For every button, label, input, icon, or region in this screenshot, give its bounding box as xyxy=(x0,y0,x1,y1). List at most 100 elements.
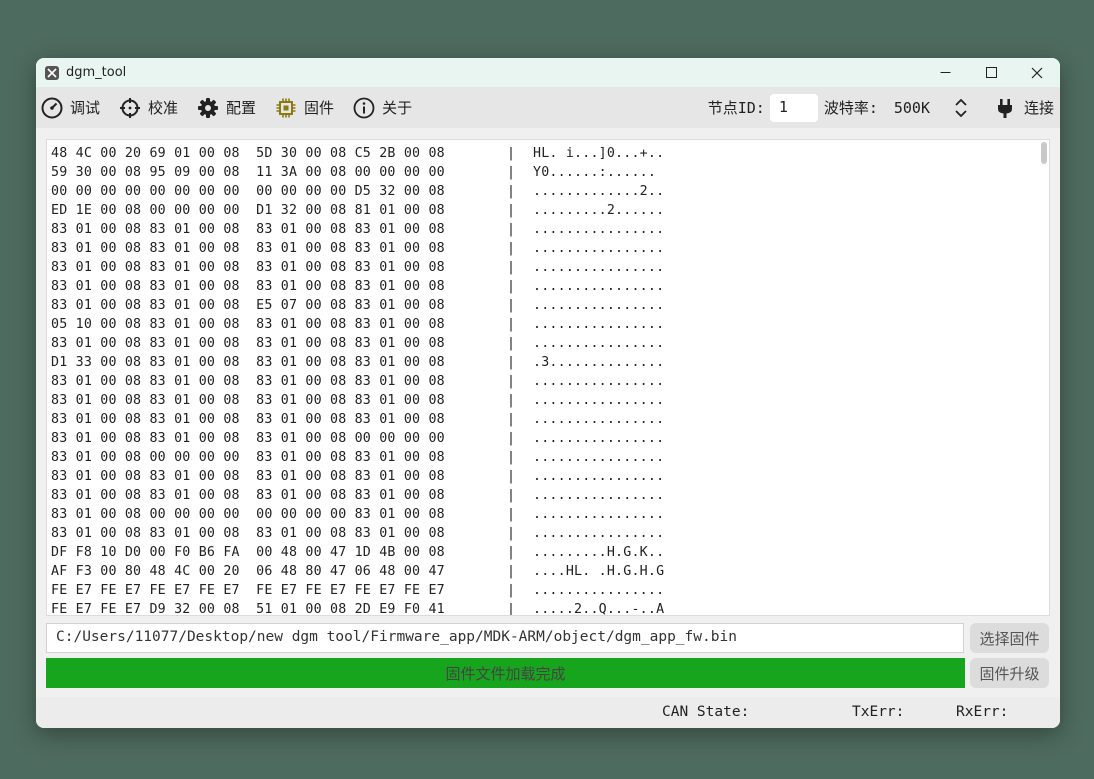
hex-separator: | xyxy=(507,241,516,256)
hex-separator: | xyxy=(507,260,516,275)
minimize-icon xyxy=(940,72,950,73)
hex-row: 83 01 00 08 83 01 00 08 83 01 00 08 83 0… xyxy=(51,277,664,296)
hex-bytes: 48 4C 00 20 69 01 00 08 5D 30 00 08 C5 2… xyxy=(51,146,445,161)
hex-separator: | xyxy=(507,355,516,370)
node-id-input[interactable]: 1 xyxy=(769,93,818,122)
hex-row: 83 01 00 08 83 01 00 08 E5 07 00 08 83 0… xyxy=(51,296,664,315)
hex-bytes: 83 01 00 08 83 01 00 08 83 01 00 08 00 0… xyxy=(51,431,445,446)
firmware-path-input[interactable]: C:/Users/11077/Desktop/new dgm tool/Firm… xyxy=(46,623,964,653)
hex-bytes: 05 10 00 08 83 01 00 08 83 01 00 08 83 0… xyxy=(51,317,445,332)
hex-bytes: D1 33 00 08 83 01 00 08 83 01 00 08 83 0… xyxy=(51,355,445,370)
select-firmware-button[interactable]: 选择固件 xyxy=(970,623,1049,653)
hex-bytes: 83 01 00 08 83 01 00 08 83 01 00 08 83 0… xyxy=(51,279,445,294)
can-state-label: CAN State: xyxy=(662,704,750,720)
hex-ascii: .....2..Q...-..A xyxy=(533,602,665,616)
progress-text: 固件文件加载完成 xyxy=(445,664,566,683)
hex-separator: | xyxy=(507,184,516,199)
hex-ascii: .3.............. xyxy=(533,355,665,370)
hex-row: DF F8 10 D0 00 F0 B6 FA 00 48 00 47 1D 4… xyxy=(51,543,664,562)
hex-separator: | xyxy=(507,165,516,180)
chip-icon xyxy=(276,98,296,117)
hex-ascii: ................ xyxy=(533,431,665,446)
hex-separator: | xyxy=(507,393,516,408)
app-icon xyxy=(45,65,59,80)
hex-row: 83 01 00 08 83 01 00 08 83 01 00 08 83 0… xyxy=(51,220,664,239)
hex-bytes: 59 30 00 08 95 09 00 08 11 3A 00 08 00 0… xyxy=(51,165,445,180)
hex-ascii: ................ xyxy=(533,526,665,541)
hex-row: 59 30 00 08 95 09 00 08 11 3A 00 08 00 0… xyxy=(51,163,656,182)
hex-bytes: 00 00 00 00 00 00 00 00 00 00 00 00 D5 3… xyxy=(51,184,445,199)
hex-separator: | xyxy=(507,222,516,237)
tab-about[interactable]: 关于 xyxy=(353,97,412,119)
hex-ascii: .........2...... xyxy=(533,203,665,218)
hex-separator: | xyxy=(507,564,516,579)
hex-ascii: ................ xyxy=(533,317,665,332)
connect-button[interactable]: 连接 xyxy=(996,97,1054,119)
hex-row: 48 4C 00 20 69 01 00 08 5D 30 00 08 C5 2… xyxy=(51,144,664,163)
hex-ascii: ................ xyxy=(533,469,665,484)
gear-icon xyxy=(198,97,219,118)
hex-ascii: ................ xyxy=(533,412,665,427)
gauge-icon xyxy=(41,97,63,118)
hex-row: 83 01 00 08 83 01 00 08 83 01 00 08 83 0… xyxy=(51,239,664,258)
hex-bytes: 83 01 00 08 83 01 00 08 83 01 00 08 83 0… xyxy=(51,260,445,275)
hex-ascii: .............2.. xyxy=(533,184,665,199)
hex-row: ED 1E 00 08 00 00 00 00 D1 32 00 08 81 0… xyxy=(51,201,664,220)
hex-ascii: ................ xyxy=(533,279,665,294)
baud-value[interactable]: 500K xyxy=(894,99,930,117)
tab-firmware[interactable]: 固件 xyxy=(275,97,334,119)
hex-ascii: ................ xyxy=(533,298,665,313)
tab-calibrate[interactable]: 校准 xyxy=(119,97,178,119)
hex-bytes: 83 01 00 08 83 01 00 08 E5 07 00 08 83 0… xyxy=(51,298,445,313)
crosshair-icon xyxy=(120,97,141,118)
tab-about-label: 关于 xyxy=(382,99,413,117)
hex-separator: | xyxy=(507,583,516,598)
hex-bytes: AF F3 00 80 48 4C 00 20 06 48 80 47 06 4… xyxy=(51,564,445,579)
hex-row: 83 01 00 08 83 01 00 08 83 01 00 08 00 0… xyxy=(51,429,664,448)
hex-separator: | xyxy=(507,507,516,522)
hex-ascii: ................ xyxy=(533,393,665,408)
hex-ascii: ................ xyxy=(533,583,665,598)
baud-spinner[interactable] xyxy=(954,97,968,119)
hex-separator: | xyxy=(507,336,516,351)
tab-config[interactable]: 配置 xyxy=(197,97,256,119)
hex-bytes: FE E7 FE E7 D9 32 00 08 51 01 00 08 2D E… xyxy=(51,602,445,616)
maximize-button[interactable] xyxy=(968,58,1014,87)
rxerr-label: RxErr: xyxy=(956,704,1009,720)
minimize-button[interactable] xyxy=(922,58,968,87)
tab-firmware-label: 固件 xyxy=(304,99,335,117)
hex-bytes: 83 01 00 08 83 01 00 08 83 01 00 08 83 0… xyxy=(51,526,445,541)
hex-ascii: ................ xyxy=(533,488,665,503)
hex-bytes: DF F8 10 D0 00 F0 B6 FA 00 48 00 47 1D 4… xyxy=(51,545,445,560)
hex-row: 00 00 00 00 00 00 00 00 00 00 00 00 D5 3… xyxy=(51,182,664,201)
hex-bytes: FE E7 FE E7 FE E7 FE E7 FE E7 FE E7 FE E… xyxy=(51,583,445,598)
hex-scrollbar[interactable] xyxy=(1041,142,1047,164)
hex-row: 83 01 00 08 83 01 00 08 83 01 00 08 83 0… xyxy=(51,524,664,543)
hex-bytes: ED 1E 00 08 00 00 00 00 D1 32 00 08 81 0… xyxy=(51,203,445,218)
title-bar[interactable]: dgm_tool xyxy=(36,58,1060,87)
hex-ascii: .........H.G.K.. xyxy=(533,545,665,560)
hex-separator: | xyxy=(507,602,516,616)
hex-ascii: ................ xyxy=(533,507,665,522)
upgrade-firmware-button[interactable]: 固件升级 xyxy=(970,658,1049,688)
tab-calibrate-label: 校准 xyxy=(148,99,179,117)
info-icon xyxy=(353,97,375,118)
hex-bytes: 83 01 00 08 83 01 00 08 83 01 00 08 83 0… xyxy=(51,393,445,408)
firmware-progress-bar: 固件文件加载完成 xyxy=(46,658,965,688)
hex-ascii: ....HL. .H.G.H.G xyxy=(533,564,665,579)
toolbar: 调试 校准 配置 固件 关于 节点ID: 1 波特率: 500K 连接 xyxy=(36,87,1060,128)
hex-separator: | xyxy=(507,203,516,218)
hex-row: FE E7 FE E7 D9 32 00 08 51 01 00 08 2D E… xyxy=(51,600,664,616)
hex-row: 83 01 00 08 83 01 00 08 83 01 00 08 83 0… xyxy=(51,334,664,353)
hex-row: 83 01 00 08 83 01 00 08 83 01 00 08 83 0… xyxy=(51,258,664,277)
close-button[interactable] xyxy=(1014,58,1060,87)
hex-ascii: Y0......:...... xyxy=(533,165,657,180)
hex-viewer[interactable]: 48 4C 00 20 69 01 00 08 5D 30 00 08 C5 2… xyxy=(46,139,1050,616)
chevron-updown-icon xyxy=(955,98,967,117)
hex-bytes: 83 01 00 08 83 01 00 08 83 01 00 08 83 0… xyxy=(51,469,445,484)
tab-debug[interactable]: 调试 xyxy=(41,97,100,119)
hex-row: 83 01 00 08 83 01 00 08 83 01 00 08 83 0… xyxy=(51,467,664,486)
hex-row: 83 01 00 08 83 01 00 08 83 01 00 08 83 0… xyxy=(51,410,664,429)
hex-row: 05 10 00 08 83 01 00 08 83 01 00 08 83 0… xyxy=(51,315,664,334)
hex-bytes: 83 01 00 08 00 00 00 00 00 00 00 00 83 0… xyxy=(51,507,445,522)
